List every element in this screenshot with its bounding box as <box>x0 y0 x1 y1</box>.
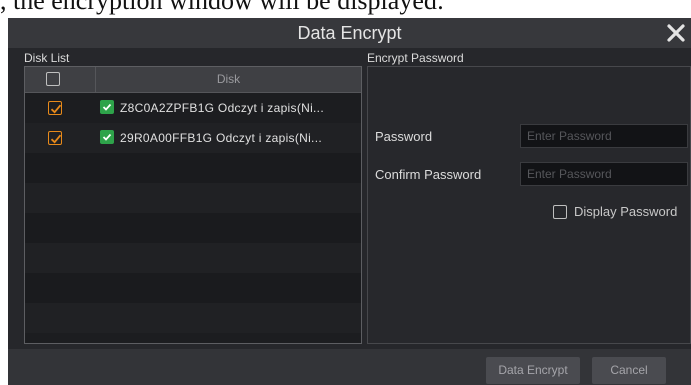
empty-row <box>25 153 361 183</box>
shield-check-icon <box>100 100 114 114</box>
encrypt-password-label: Encrypt Password <box>367 51 464 65</box>
dialog-titlebar: Data Encrypt <box>8 18 691 48</box>
data-encrypt-dialog: Data Encrypt Disk List Disk Z8C0A2ZPFB1G… <box>8 18 691 385</box>
confirm-password-label: Confirm Password <box>375 167 482 182</box>
empty-row <box>25 183 361 213</box>
row-checkbox[interactable] <box>48 101 62 115</box>
password-label: Password <box>375 129 433 144</box>
confirm-password-input[interactable] <box>520 162 688 186</box>
data-encrypt-button[interactable]: Data Encrypt <box>486 357 580 384</box>
empty-row <box>25 243 361 273</box>
disk-name: 29R0A00FFB1G Odczyt i zapis(Ni... <box>120 131 322 145</box>
disk-column-header: Disk <box>216 72 241 86</box>
disk-list-table: Disk Z8C0A2ZPFB1G Odczyt i zapis(Ni... 2… <box>24 66 362 344</box>
display-password-checkbox[interactable] <box>553 205 567 219</box>
shield-check-icon <box>100 130 114 144</box>
disk-list-label: Disk List <box>24 51 70 65</box>
background-document-text: , the encryption window will be displaye… <box>0 0 445 15</box>
row-checkbox[interactable] <box>48 131 62 145</box>
close-icon[interactable] <box>663 18 689 48</box>
display-password-label: Display Password <box>574 204 678 219</box>
empty-row <box>25 213 361 243</box>
select-all-checkbox[interactable] <box>46 72 60 86</box>
table-row[interactable]: Z8C0A2ZPFB1G Odczyt i zapis(Ni... <box>25 93 361 123</box>
table-row[interactable]: 29R0A00FFB1G Odczyt i zapis(Ni... <box>25 123 361 153</box>
password-input[interactable] <box>520 124 688 148</box>
dialog-footer: Data Encrypt Cancel <box>8 349 691 385</box>
table-header: Disk <box>25 67 361 93</box>
encrypt-password-panel: Password Confirm Password Display Passwo… <box>367 66 691 344</box>
select-all-cell <box>25 67 96 92</box>
cancel-button[interactable]: Cancel <box>592 357 666 384</box>
dialog-title: Data Encrypt <box>297 23 402 43</box>
empty-row <box>25 273 361 303</box>
disk-name: Z8C0A2ZPFB1G Odczyt i zapis(Ni... <box>120 101 324 115</box>
empty-row <box>25 303 361 333</box>
